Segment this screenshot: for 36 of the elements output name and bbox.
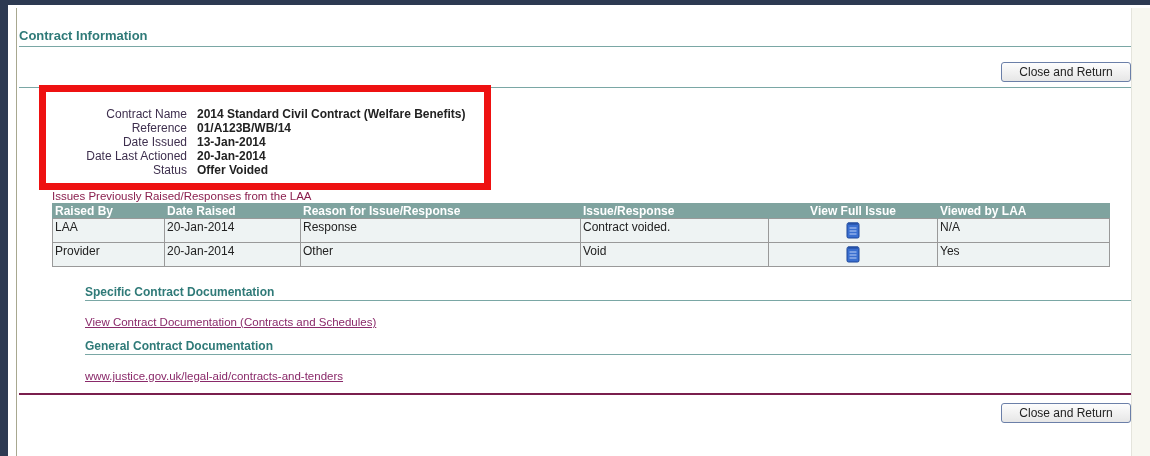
table-cell: 20-Jan-2014 [164, 242, 301, 267]
section-heading: General Contract Documentation [85, 339, 1131, 355]
close-and-return-button[interactable]: Close and Return [1001, 403, 1131, 423]
field-label: Date Last Actioned [85, 150, 187, 163]
column-header: Raised By [52, 203, 165, 219]
table-cell: Provider [52, 242, 165, 267]
column-header: Issue/Response [580, 203, 769, 219]
notepad-icon[interactable] [846, 221, 860, 239]
column-header: Reason for Issue/Response [300, 203, 581, 219]
field-label: Date Issued [121, 136, 187, 149]
close-and-return-button[interactable]: Close and Return [1001, 62, 1131, 82]
field-value: 20-Jan-2014 [197, 150, 267, 163]
field-label: Reference [130, 122, 187, 135]
column-header: View Full Issue [768, 203, 938, 219]
table-caption: Issues Previously Raised/Responses from the LAA [52, 190, 313, 203]
table-cell: LAA [52, 218, 165, 243]
table-cell: 20-Jan-2014 [164, 218, 301, 243]
field-value: 2014 Standard Civil Contract (Welfare Benefits) [197, 108, 467, 121]
section-heading: Specific Contract Documentation [85, 285, 1131, 301]
field-value: 13-Jan-2014 [197, 136, 267, 149]
table-cell: Void [580, 242, 769, 267]
table-cell: Yes [937, 242, 1110, 267]
field-label: Status [151, 164, 187, 177]
page-title: Contract Information [19, 8, 1131, 47]
table-cell: Other [300, 242, 581, 267]
field-value: 01/A123B/WB/14 [197, 122, 293, 135]
column-header: Date Raised [164, 203, 301, 219]
documentation-link[interactable]: View Contract Documentation (Contracts and Schedules) [85, 316, 377, 328]
table-cell: Contract voided. [580, 218, 769, 243]
table-cell: N/A [937, 218, 1110, 243]
table-cell: Response [300, 218, 581, 243]
field-value: Offer Voided [197, 164, 270, 177]
documentation-link[interactable]: www.justice.gov.uk/legal-aid/contracts-and-tenders [85, 370, 344, 382]
notepad-icon[interactable] [846, 245, 860, 263]
field-label: Contract Name [105, 108, 187, 121]
column-header: Viewed by LAA [937, 203, 1110, 219]
